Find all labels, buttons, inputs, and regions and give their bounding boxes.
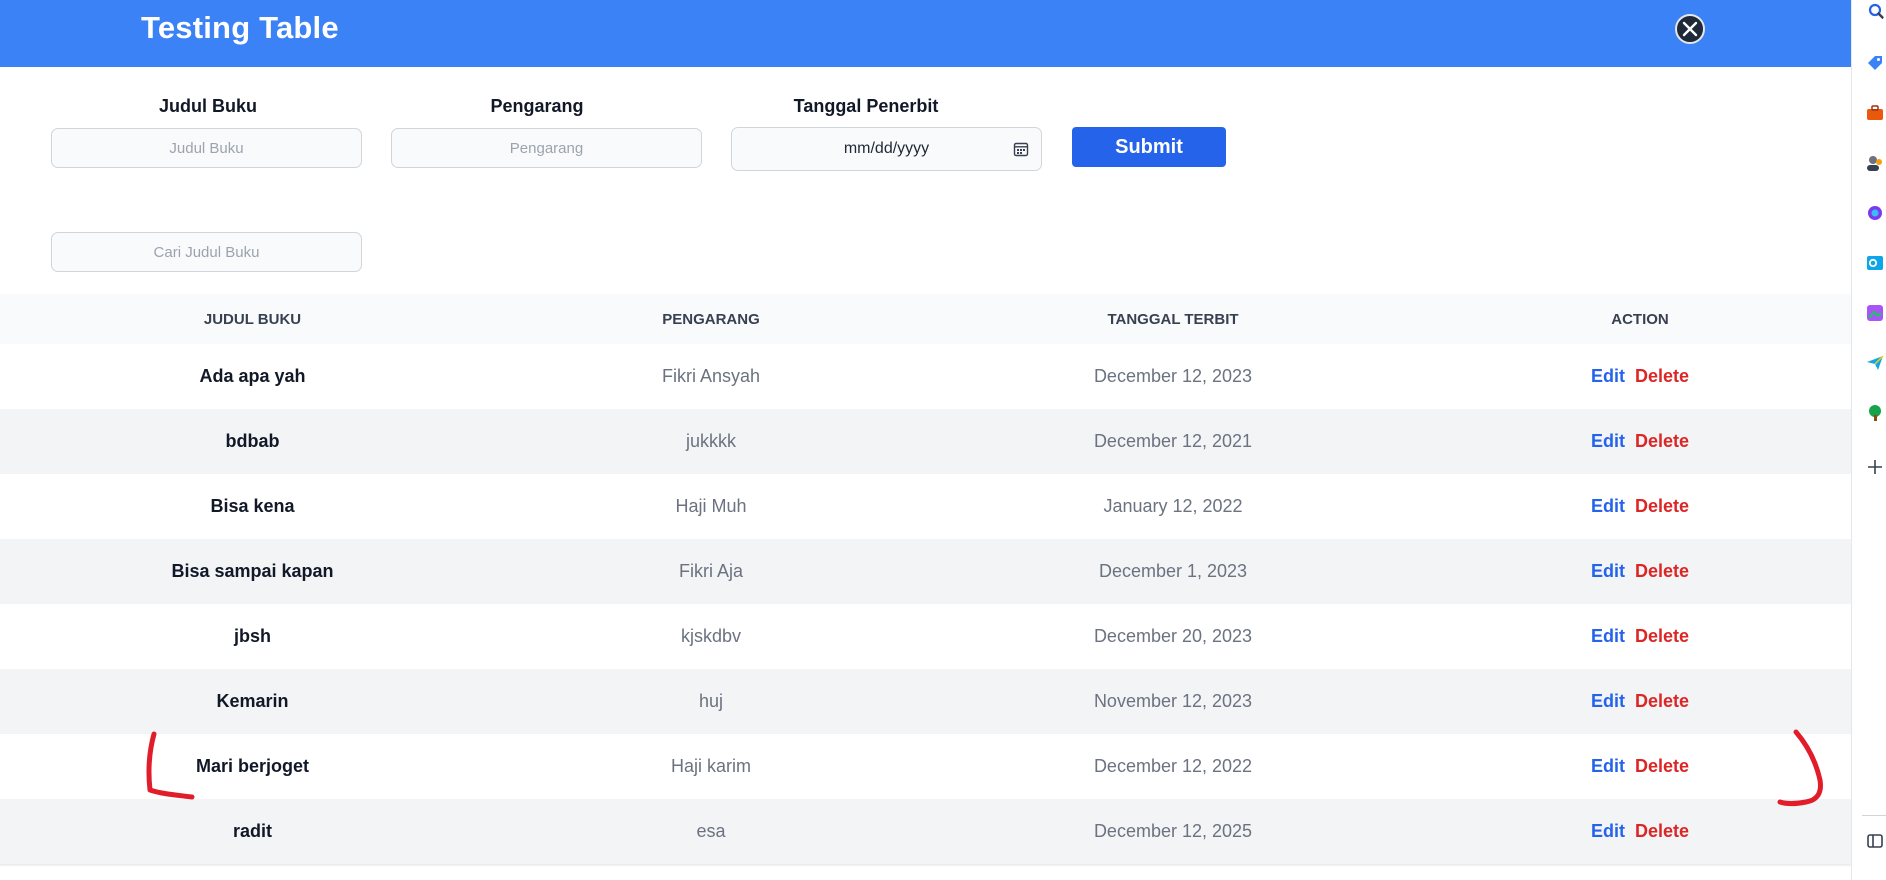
cell-judul: Bisa kena — [210, 496, 295, 516]
pengarang-label: Pengarang — [490, 96, 584, 116]
cell-action: Edit Delete — [1429, 691, 1851, 712]
table-row: Bisa kena Haji Muh January 12, 2022 Edit… — [0, 474, 1851, 539]
delete-button[interactable]: Delete — [1635, 561, 1689, 581]
send-icon[interactable] — [1866, 354, 1884, 372]
cell-action: Edit Delete — [1429, 366, 1851, 387]
cell-judul: Bisa sampai kapan — [171, 561, 334, 581]
column-header-tanggal-terbit: TANGGAL TERBIT — [1107, 310, 1239, 328]
cell-tanggal: November 12, 2023 — [1093, 691, 1253, 711]
edit-button[interactable]: Edit — [1591, 561, 1625, 581]
image-editor-icon[interactable] — [1866, 304, 1884, 322]
cell-action: Edit Delete — [1429, 561, 1851, 582]
edit-button[interactable]: Edit — [1591, 691, 1625, 711]
delete-button[interactable]: Delete — [1635, 756, 1689, 776]
outlook-icon[interactable] — [1866, 254, 1884, 272]
delete-button[interactable]: Delete — [1635, 691, 1689, 711]
cell-judul: jbsh — [233, 626, 271, 646]
sidebar-divider — [1862, 815, 1886, 816]
edit-button[interactable]: Edit — [1591, 626, 1625, 646]
cell-pengarang: esa — [696, 821, 726, 841]
edit-button[interactable]: Edit — [1591, 366, 1625, 386]
cell-tanggal: December 12, 2023 — [1093, 366, 1253, 386]
table-row: jbsh kjskdbv December 20, 2023 Edit Delet… — [0, 604, 1851, 669]
copilot-icon[interactable] — [1866, 204, 1884, 222]
tree-icon[interactable] — [1866, 404, 1884, 422]
books-table: JUDUL BUKU PENGARANG TANGGAL TERBIT ACTI… — [0, 294, 1851, 864]
delete-button[interactable]: Delete — [1635, 821, 1689, 841]
edit-button[interactable]: Edit — [1591, 821, 1625, 841]
search-input[interactable] — [51, 232, 362, 272]
edit-button[interactable]: Edit — [1591, 756, 1625, 776]
cell-pengarang: jukkkk — [685, 431, 736, 451]
cell-pengarang: kjskdbv — [680, 626, 742, 646]
tanggal-penerbit-label: Tanggal Penerbit — [793, 96, 939, 116]
cell-tanggal: December 12, 2025 — [1093, 821, 1253, 841]
cell-judul: Ada apa yah — [199, 366, 306, 386]
cell-tanggal: January 12, 2022 — [1103, 496, 1243, 516]
delete-button[interactable]: Delete — [1635, 626, 1689, 646]
delete-button[interactable]: Delete — [1635, 366, 1689, 386]
table-row: Kemarin huj November 12, 2023 Edit Delete — [0, 669, 1851, 734]
browser-sidebar — [1851, 0, 1886, 880]
app-header: Testing Table — [0, 0, 1851, 67]
table-header: JUDUL BUKU PENGARANG TANGGAL TERBIT ACTI… — [0, 294, 1851, 344]
cell-pengarang: Haji karim — [670, 756, 751, 776]
page-title: Testing Table — [141, 10, 339, 45]
sidebar-toggle-icon[interactable] — [1866, 832, 1884, 850]
cell-judul: bdbab — [225, 431, 280, 451]
red-annotation-left — [146, 731, 195, 800]
red-annotation-right — [1777, 729, 1823, 806]
cell-tanggal: December 12, 2021 — [1093, 431, 1253, 451]
plus-icon[interactable] — [1866, 458, 1884, 476]
cell-action: Edit Delete — [1429, 821, 1851, 842]
column-header-judul-buku: JUDUL BUKU — [203, 310, 302, 328]
delete-button[interactable]: Delete — [1635, 431, 1689, 451]
cell-judul: radit — [232, 821, 272, 841]
calendar-icon[interactable] — [1013, 141, 1029, 157]
cell-pengarang: huj — [698, 691, 724, 711]
tag-icon[interactable] — [1866, 54, 1884, 72]
cell-judul: Kemarin — [216, 691, 289, 711]
x-logo-icon[interactable] — [1675, 14, 1705, 44]
search-icon[interactable] — [1866, 2, 1884, 20]
table-bottom-shadow — [0, 864, 1851, 867]
judul-buku-label: Judul Buku — [159, 96, 257, 116]
briefcase-icon[interactable] — [1866, 104, 1884, 122]
column-header-pengarang: PENGARANG — [662, 310, 760, 328]
cell-judul: Mari berjoget — [195, 756, 310, 776]
tanggal-penerbit-input[interactable]: mm/dd/yyyy — [731, 127, 1042, 171]
cell-action: Edit Delete — [1429, 496, 1851, 517]
cell-action: Edit Delete — [1429, 431, 1851, 452]
table-row: Bisa sampai kapan Fikri Aja December 1, … — [0, 539, 1851, 604]
submit-button[interactable]: Submit — [1072, 127, 1226, 167]
table-row: Mari berjoget Haji karim December 12, 20… — [0, 734, 1851, 799]
edit-button[interactable]: Edit — [1591, 496, 1625, 516]
app-window: Testing Table Judul Buku Pengarang Tangg… — [0, 0, 1851, 880]
judul-buku-input[interactable] — [51, 128, 362, 168]
cell-pengarang: Fikri Ansyah — [661, 366, 761, 386]
cell-tanggal: December 1, 2023 — [1098, 561, 1248, 581]
table-row: Ada apa yah Fikri Ansyah December 12, 20… — [0, 344, 1851, 409]
cell-tanggal: December 20, 2023 — [1093, 626, 1253, 646]
pengarang-input[interactable] — [391, 128, 702, 168]
cell-tanggal: December 12, 2022 — [1093, 756, 1253, 776]
table-row: bdbab jukkkk December 12, 2021 Edit Delet… — [0, 409, 1851, 474]
people-icon[interactable] — [1866, 154, 1884, 172]
cell-action: Edit Delete — [1429, 626, 1851, 647]
cell-pengarang: Haji Muh — [675, 496, 747, 516]
delete-button[interactable]: Delete — [1635, 496, 1689, 516]
column-header-action: ACTION — [1611, 310, 1669, 328]
date-placeholder: mm/dd/yyyy — [843, 140, 930, 157]
cell-pengarang: Fikri Aja — [678, 561, 743, 581]
table-row: radit esa December 12, 2025 Edit Delete — [0, 799, 1851, 864]
edit-button[interactable]: Edit — [1591, 431, 1625, 451]
